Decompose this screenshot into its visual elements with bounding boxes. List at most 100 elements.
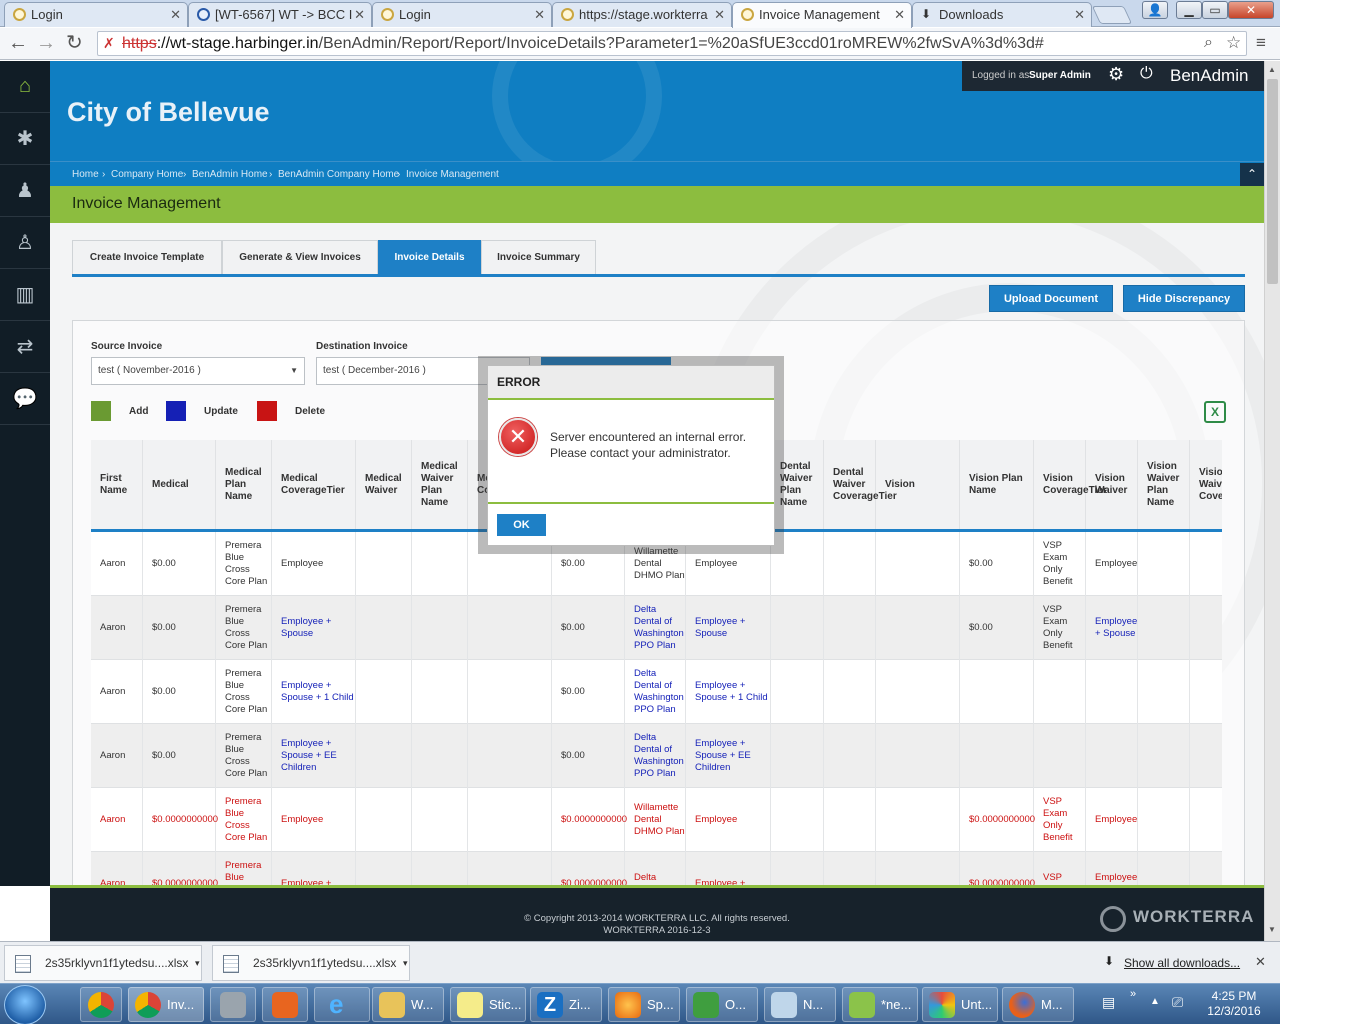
- browser-tab-login-1[interactable]: Login ✕: [4, 2, 188, 27]
- chat-icon[interactable]: 💬: [0, 373, 50, 425]
- legend-update-swatch: [166, 401, 186, 421]
- close-window-icon[interactable]: ✕: [1228, 1, 1274, 19]
- zoom-icon[interactable]: ⌕: [1204, 32, 1213, 54]
- table-cell: Aaron: [91, 532, 143, 596]
- table-cell: $0.00: [552, 660, 625, 724]
- file-cabinet-icon[interactable]: [210, 987, 256, 1022]
- tab-generate-view-invoices[interactable]: Generate & View Invoices: [222, 240, 378, 275]
- tab-invoice-details[interactable]: Invoice Details: [378, 240, 481, 275]
- bar-chart-icon[interactable]: ▥: [0, 269, 50, 321]
- paint-palette-icon: [929, 992, 955, 1018]
- forward-arrow-icon[interactable]: →: [36, 32, 56, 54]
- browser-tab-jira[interactable]: [WT-6567] WT -> BCC I ✕: [188, 2, 372, 27]
- browser-tab-login-2[interactable]: Login ✕: [372, 2, 552, 27]
- taskbar-item-explorer[interactable]: W...: [372, 987, 444, 1022]
- tab-create-invoice-template[interactable]: Create Invoice Template: [72, 240, 222, 275]
- download-item-2[interactable]: 2s35rklyvn1f1ytedsu....xlsx ▾: [212, 945, 410, 981]
- close-tab-icon[interactable]: ✕: [354, 3, 365, 26]
- taskbar-item-notepad-plus[interactable]: *ne...: [842, 987, 918, 1022]
- company-seal-watermark: [492, 61, 662, 161]
- breadcrumb-benadmin-company-home[interactable]: BenAdmin Company Home: [278, 169, 399, 180]
- column-header: First Name: [91, 440, 143, 529]
- ok-button[interactable]: OK: [497, 514, 546, 536]
- scrollbar-thumb[interactable]: [1267, 79, 1278, 284]
- taskbar-item-spark[interactable]: Sp...: [608, 987, 680, 1022]
- app-name: BenAdmin: [1170, 66, 1249, 85]
- taskbar-item-notepad[interactable]: N...: [764, 987, 836, 1022]
- breadcrumb-company-home[interactable]: Company Home: [111, 169, 183, 180]
- table-cell: [960, 724, 1034, 788]
- table-cell: [1086, 660, 1138, 724]
- taskbar-item-sticky-notes[interactable]: Stic...: [450, 987, 526, 1022]
- browser-tab-stage[interactable]: https://stage.workterra ✕: [552, 2, 732, 27]
- close-tab-icon[interactable]: ✕: [714, 3, 725, 26]
- folder-tray-icon[interactable]: ▤: [1102, 994, 1115, 1011]
- taskbar-item-firefox[interactable]: M...: [1002, 987, 1074, 1022]
- table-cell: Aaron: [91, 596, 143, 660]
- taskbar-item-chrome[interactable]: Inv...: [128, 987, 204, 1022]
- column-header: Vision Waiver Plan Name: [1138, 440, 1190, 529]
- power-icon[interactable]: ⏻: [1140, 65, 1153, 83]
- address-bar[interactable]: ✗ https://wt-stage.harbinger.in/BenAdmin…: [97, 31, 1247, 56]
- download-options-icon[interactable]: ▾: [195, 946, 200, 980]
- breadcrumb-benadmin-home[interactable]: BenAdmin Home: [192, 169, 268, 180]
- transfer-arrows-icon[interactable]: ⇄: [0, 321, 50, 373]
- user-settings-icon[interactable]: ♟: [0, 165, 50, 217]
- maximize-window-icon[interactable]: ▭: [1202, 1, 1228, 19]
- home-icon[interactable]: ⌂: [0, 61, 50, 113]
- new-tab-button[interactable]: [1091, 6, 1133, 24]
- browser-tab-invoice-management[interactable]: Invoice Management ✕: [732, 2, 912, 28]
- media-player-icon[interactable]: [262, 987, 308, 1022]
- system-clock[interactable]: 4:25 PM 12/3/2016: [1194, 989, 1274, 1019]
- reload-icon[interactable]: ↻: [66, 32, 83, 54]
- download-icon: ⬇: [1104, 954, 1115, 968]
- user-profile-icon[interactable]: 👤: [1142, 1, 1168, 19]
- minimize-window-icon[interactable]: ▁: [1176, 1, 1202, 19]
- close-shelf-icon[interactable]: ✕: [1255, 954, 1266, 970]
- upload-document-button[interactable]: Upload Document: [989, 285, 1113, 312]
- notepad-icon: [771, 992, 797, 1018]
- network-icon[interactable]: ⎚: [1172, 994, 1183, 1011]
- show-hidden-icons-icon[interactable]: ▲: [1150, 996, 1160, 1007]
- browser-tab-downloads[interactable]: ⬇ Downloads ✕: [912, 2, 1092, 27]
- download-item-1[interactable]: 2s35rklyvn1f1ytedsu....xlsx ▾: [4, 945, 202, 981]
- close-tab-icon[interactable]: ✕: [534, 3, 545, 26]
- close-tab-icon[interactable]: ✕: [1074, 3, 1085, 26]
- close-tab-icon[interactable]: ✕: [894, 3, 905, 26]
- taskbar-item-label: Sp...: [647, 997, 674, 1012]
- taskbar-item-paint[interactable]: Unt...: [922, 987, 998, 1022]
- taskbar-item-zip[interactable]: Z Zi...: [530, 987, 602, 1022]
- gear-icon[interactable]: ⚙: [1108, 64, 1124, 85]
- start-button[interactable]: [4, 985, 46, 1024]
- column-header: Dental Waiver CoverageTier: [824, 440, 897, 529]
- internet-explorer-icon[interactable]: e: [314, 987, 370, 1022]
- page-scrollbar[interactable]: ▲ ▼: [1264, 61, 1280, 941]
- chrome-pinned-icon[interactable]: [80, 987, 122, 1022]
- table-cell: [468, 596, 552, 660]
- taskbar-item-office[interactable]: O...: [686, 987, 758, 1022]
- back-arrow-icon[interactable]: ←: [8, 32, 28, 54]
- download-options-icon[interactable]: ▾: [403, 946, 408, 980]
- table-cell: [1034, 724, 1086, 788]
- close-tab-icon[interactable]: ✕: [170, 3, 181, 26]
- taskbar-item-label: Unt...: [961, 997, 993, 1012]
- menu-icon[interactable]: ≡: [1256, 32, 1266, 54]
- table-cell: Employee + Spouse + 1 Child: [686, 660, 771, 724]
- puzzle-icon[interactable]: ✱: [0, 113, 50, 165]
- table-cell: $0.0000000000: [552, 852, 627, 886]
- taskbar-item-label: Stic...: [489, 997, 522, 1012]
- clock-date: 12/3/2016: [1207, 1004, 1261, 1018]
- table-cell: Aaron: [91, 660, 143, 724]
- breadcrumb-home[interactable]: Home: [72, 169, 99, 180]
- collapse-header-icon[interactable]: ⌃: [1240, 163, 1264, 186]
- source-invoice-select[interactable]: test ( November-2016 ) ▼: [91, 357, 305, 385]
- tab-invoice-summary[interactable]: Invoice Summary: [481, 240, 596, 275]
- hide-discrepancy-button[interactable]: Hide Discrepancy: [1123, 285, 1245, 312]
- user-icon[interactable]: ♙: [0, 217, 50, 269]
- expand-tray-icon[interactable]: »: [1130, 988, 1136, 1000]
- table-cell: Delta Dental of Washington PPO Plan: [625, 724, 686, 788]
- excel-export-icon[interactable]: X: [1204, 401, 1226, 423]
- show-all-downloads-link[interactable]: Show all downloads...: [1124, 956, 1240, 970]
- main-content: Create Invoice Template Generate & View …: [50, 223, 1264, 886]
- bookmark-star-icon[interactable]: ☆: [1226, 32, 1241, 54]
